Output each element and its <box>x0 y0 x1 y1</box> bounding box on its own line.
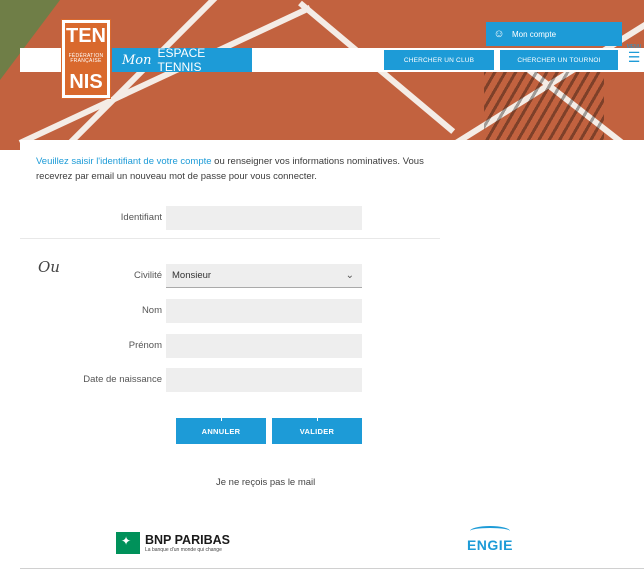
prenom-input[interactable] <box>166 334 362 358</box>
fft-logo[interactable]: TEN FÉDÉRATION FRANÇAISE NIS <box>61 19 111 99</box>
identifiant-row: Identifiant <box>20 206 380 230</box>
cancel-button[interactable]: ANNULER <box>176 415 266 444</box>
header-strip <box>20 48 62 72</box>
naissance-label: Date de naissance <box>83 374 162 385</box>
section-divider <box>20 238 440 239</box>
nom-input[interactable] <box>166 299 362 323</box>
bnp-tagline: La banque d'un monde qui change <box>145 546 222 553</box>
prenom-label: Prénom <box>128 340 162 351</box>
main-content: Veuillez saisir l'identifiant de votre c… <box>20 140 644 572</box>
birthdate-input[interactable] <box>166 368 362 392</box>
search-club-button[interactable]: CHERCHER UN CLUB <box>384 50 494 70</box>
intro-text: Veuillez saisir l'identifiant de votre c… <box>36 154 456 184</box>
no-mail-link[interactable]: Je ne reçois pas le mail <box>216 477 315 488</box>
bnp-name: BNP PARIBAS <box>145 532 230 547</box>
account-link[interactable]: ☺ Mon compte <box>486 22 622 46</box>
identifiant-input[interactable] <box>166 206 362 230</box>
naissance-row: Date de naissance <box>20 368 380 392</box>
logo-text-bottom: NIS <box>69 71 103 93</box>
civilite-row: Civilité Monsieur ⌄ <box>20 264 380 288</box>
logo-text-top: TEN <box>66 25 106 47</box>
espace-label: ESPACE TENNIS <box>157 46 206 74</box>
account-label: Mon compte <box>512 29 557 39</box>
user-icon: ☺ <box>493 28 505 40</box>
prenom-row: Prénom <box>20 334 380 358</box>
civilite-select[interactable]: Monsieur ⌄ <box>166 264 362 288</box>
mon-label: Mon <box>122 52 152 68</box>
logo-text-small: FÉDÉRATION FRANÇAISE <box>68 53 104 64</box>
bnp-star-icon <box>116 532 140 554</box>
search-tournament-button[interactable]: CHERCHER UN TOURNOI <box>500 50 618 70</box>
bnp-paribas-logo[interactable]: BNP PARIBAS La banque d'un monde qui cha… <box>116 532 230 554</box>
hamburger-icon: ☰ <box>627 49 641 65</box>
engie-wordmark: ENGIE <box>466 537 514 553</box>
nom-row: Nom <box>20 299 380 323</box>
identifiant-label: Identifiant <box>120 212 162 223</box>
civilite-label: Civilité <box>134 270 162 281</box>
bottom-divider <box>20 568 644 569</box>
engie-arc-icon <box>470 526 510 536</box>
nom-label: Nom <box>141 305 162 316</box>
court-net <box>484 70 604 150</box>
intro-highlight: Veuillez saisir l'identifiant de votre c… <box>36 156 212 167</box>
civilite-value: Monsieur <box>172 270 212 281</box>
submit-button[interactable]: VALIDER <box>272 415 362 444</box>
mon-espace-tennis-banner[interactable]: Mon ESPACE TENNIS <box>112 46 252 74</box>
chevron-down-icon: ⌄ <box>345 270 354 281</box>
engie-logo[interactable]: ENGIE <box>458 526 522 553</box>
menu-button[interactable]: MENU ☰ <box>624 44 644 74</box>
